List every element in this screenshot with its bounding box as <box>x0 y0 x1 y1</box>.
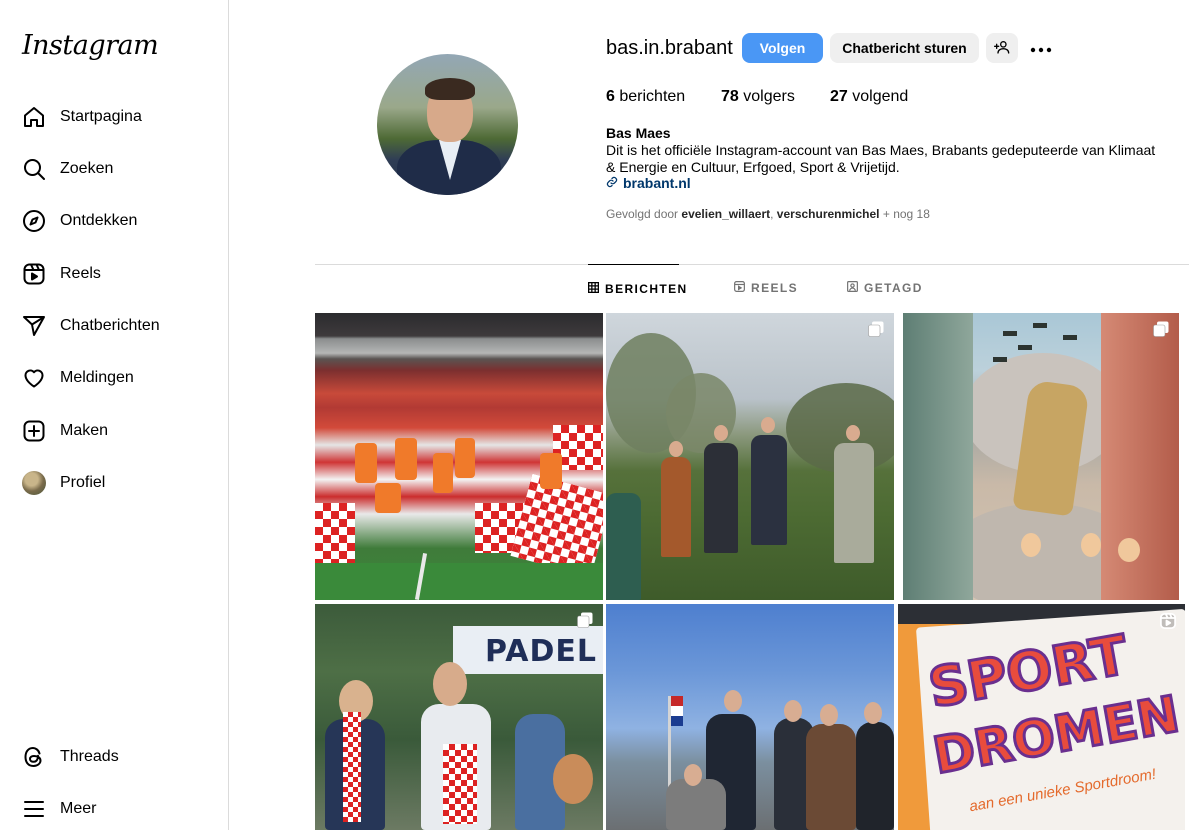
reels-icon <box>22 262 46 286</box>
heart-icon <box>22 366 46 390</box>
sidebar-item-explore[interactable]: Ontdekken <box>12 197 217 245</box>
sidebar-item-label: Startpagina <box>60 108 142 125</box>
followers-count[interactable]: 78 volgers <box>721 88 795 106</box>
sidebar: Instagram Startpagina Zoeken Ontdekken R… <box>0 0 229 830</box>
suggested-accounts-button[interactable] <box>986 33 1018 63</box>
ellipsis-icon <box>1030 40 1052 56</box>
tab-label: GETAGD <box>864 281 923 295</box>
link-icon <box>606 175 623 191</box>
profile-link-text: brabant.nl <box>623 175 691 191</box>
sidebar-item-label: Zoeken <box>60 160 114 177</box>
carousel-icon <box>1153 321 1169 337</box>
reel-icon <box>1159 612 1177 630</box>
post-thumbnail[interactable] <box>606 313 894 600</box>
add-person-icon <box>994 39 1010 58</box>
instagram-logo[interactable]: Instagram <box>22 30 159 61</box>
post-thumbnail[interactable] <box>315 313 603 600</box>
followed-by[interactable]: Gevolgd door evelien_willaert, verschure… <box>606 207 930 221</box>
sidebar-item-label: Maken <box>60 422 109 439</box>
sidebar-item-search[interactable]: Zoeken <box>12 145 217 193</box>
threads-icon <box>22 745 46 769</box>
sidebar-item-create[interactable]: Maken <box>12 407 217 455</box>
profile-picture[interactable] <box>377 54 518 195</box>
avatar <box>22 471 46 495</box>
sidebar-item-label: Threads <box>60 748 119 765</box>
plus-square-icon <box>22 419 46 443</box>
carousel-icon <box>868 321 884 337</box>
post-thumbnail[interactable] <box>606 604 894 830</box>
sidebar-item-more[interactable]: Meer <box>12 785 217 830</box>
profile-link[interactable]: brabant.nl <box>606 175 691 191</box>
tab-posts[interactable]: BERICHTEN <box>587 264 686 312</box>
reels-icon <box>734 281 751 295</box>
sidebar-item-label: Meer <box>60 800 97 817</box>
post-thumbnail[interactable]: SPORT DROMEN aan een unieke Sportdroom! <box>898 604 1185 830</box>
compass-icon <box>22 209 46 233</box>
followed-by-user: evelien_willaert <box>681 207 771 221</box>
grid-icon <box>587 281 605 296</box>
sidebar-item-messages[interactable]: Chatberichten <box>12 302 217 350</box>
posts-count: 6 berichten <box>606 88 686 105</box>
sidebar-item-profile[interactable]: Profiel <box>12 459 217 507</box>
sidebar-item-label: Reels <box>60 265 101 282</box>
sidebar-item-home[interactable]: Startpagina <box>12 93 217 141</box>
carousel-icon <box>577 612 593 628</box>
padel-sign: PADEL <box>453 626 603 674</box>
tab-tagged[interactable]: GETAGD <box>847 264 923 312</box>
sidebar-item-reels[interactable]: Reels <box>12 250 217 298</box>
search-icon <box>22 157 46 181</box>
tagged-icon <box>847 281 864 295</box>
sidebar-item-label: Profiel <box>60 474 106 491</box>
tab-reels[interactable]: REELS <box>734 264 798 312</box>
message-button[interactable]: Chatbericht sturen <box>830 33 979 63</box>
post-thumbnail[interactable]: PADEL <box>315 604 603 830</box>
sidebar-item-label: Meldingen <box>60 369 134 386</box>
more-options-button[interactable] <box>1026 33 1056 63</box>
sidebar-item-label: Ontdekken <box>60 212 138 229</box>
following-count[interactable]: 27 volgend <box>830 88 908 106</box>
profile-bio: Dit is het officiële Instagram-account v… <box>606 142 1156 175</box>
messenger-icon <box>22 314 46 338</box>
sidebar-item-threads[interactable]: Threads <box>12 733 217 781</box>
tab-label: REELS <box>751 281 799 295</box>
follow-button[interactable]: Volgen <box>742 33 823 63</box>
followed-by-user: verschurenmichel <box>776 207 880 221</box>
sidebar-item-label: Chatberichten <box>60 317 160 334</box>
profile-full-name: Bas Maes <box>606 125 671 141</box>
tab-label: BERICHTEN <box>605 281 688 296</box>
profile-username: bas.in.brabant <box>606 37 733 59</box>
post-thumbnail[interactable] <box>903 313 1179 600</box>
menu-icon <box>22 797 46 821</box>
home-icon <box>22 105 46 129</box>
sidebar-item-notifications[interactable]: Meldingen <box>12 354 217 402</box>
